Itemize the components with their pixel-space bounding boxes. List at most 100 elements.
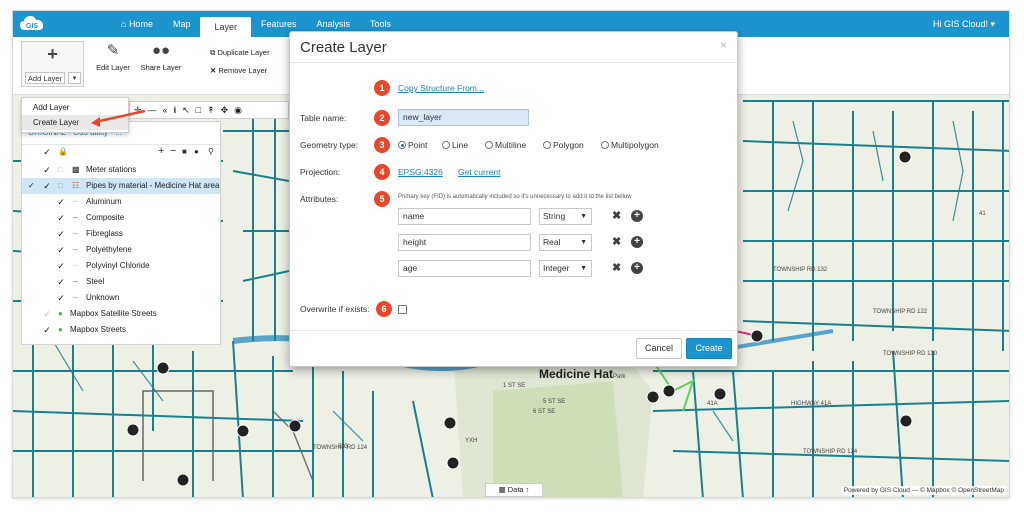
remove-attribute-icon[interactable]: ✖ <box>612 261 621 274</box>
info-icon[interactable]: i <box>174 105 177 115</box>
attribute-name-input[interactable]: age <box>398 260 531 277</box>
chevron-down-icon: ▾ <box>72 75 77 82</box>
road-label: TOWNSHIP RD 122 <box>873 309 928 315</box>
locate-icon[interactable]: ◉ <box>234 105 242 116</box>
lock-icon[interactable]: 🔒 <box>58 147 68 156</box>
layer-row-meter-stations[interactable]: ✓ □ ▩ Meter stations <box>22 162 220 178</box>
step-badge-5: 5 <box>374 191 390 207</box>
add-layer-caret-button[interactable]: ▾ <box>68 72 81 84</box>
attribute-type-select[interactable]: Integer ▼ <box>539 260 592 277</box>
plus-icon[interactable]: + <box>22 44 83 64</box>
grid-icon: ▦ <box>498 485 508 494</box>
airport-label: YXH <box>465 438 478 444</box>
map-attribution: Powered by GIS Cloud — © Mapbox © OpenSt… <box>840 486 1007 495</box>
checkbox-checked-icon[interactable]: ✓ <box>42 322 52 338</box>
step-badge-1: 1 <box>374 80 390 96</box>
checkbox-checked-icon[interactable]: ✓ <box>56 194 66 210</box>
table-name-label: Table name: <box>300 113 347 123</box>
edit-layer-button[interactable]: ✎ Edit Layer <box>93 43 133 73</box>
gis-cloud-logo[interactable]: GIS <box>19 14 45 34</box>
checkbox-checked-icon[interactable]: ✓ <box>56 226 66 242</box>
share-layer-button[interactable]: ●● Share Layer <box>139 42 183 73</box>
radio-line[interactable]: Line <box>442 140 468 150</box>
checkbox-unchecked-icon[interactable]: ✓ <box>42 306 52 322</box>
duplicate-layer-button[interactable]: ⧉ Duplicate Layer <box>210 48 270 58</box>
attribute-name-input[interactable]: height <box>398 234 531 251</box>
tab-home[interactable]: ⌂ Home <box>111 11 163 37</box>
pointer-icon[interactable]: ↖ <box>182 105 190 116</box>
add-attribute-icon[interactable]: + <box>631 210 643 222</box>
create-button[interactable]: Create <box>686 338 732 359</box>
legend-label: Fibreglass <box>86 229 123 238</box>
table-name-input[interactable]: new_layer <box>398 109 529 126</box>
data-panel-toggle[interactable]: ▦ Data ↑ <box>485 483 543 497</box>
attribute-type-select[interactable]: String ▼ <box>539 208 592 225</box>
lock-open-icon: □ <box>58 165 63 174</box>
lock-open-icon: □ <box>58 181 63 190</box>
radio-multipolygon[interactable]: Multipolygon <box>601 140 659 150</box>
step-badge-4: 4 <box>374 164 390 180</box>
get-current-link[interactable]: Get current <box>458 167 501 177</box>
user-menu[interactable]: Hi GIS Cloud! ▾ <box>933 11 995 37</box>
folder-icon[interactable]: ■ <box>182 147 187 156</box>
legend-row: ✓ ∼ Fibreglass <box>22 226 220 242</box>
legend-label: Steel <box>86 277 105 286</box>
checkbox-checked-icon[interactable]: ✓ <box>56 274 66 290</box>
chevron-down-icon: ▼ <box>580 265 587 272</box>
add-layer-button[interactable]: Add Layer <box>25 72 65 84</box>
remove-attribute-icon[interactable]: ✖ <box>612 235 621 248</box>
chevron-down-icon[interactable]: ✓ <box>28 178 35 194</box>
users-icon: ●● <box>151 42 171 59</box>
copy-structure-link[interactable]: Copy Structure From... <box>398 83 484 93</box>
remove-attribute-icon[interactable]: ✖ <box>612 209 621 222</box>
checkbox-checked-icon[interactable]: ✓ <box>56 258 66 274</box>
annotation-arrow <box>91 109 146 127</box>
road-label: TOWNSHIP RD 124 <box>803 449 858 455</box>
attribute-type-select[interactable]: Real ▼ <box>539 234 592 251</box>
radio-icon <box>543 141 551 149</box>
overwrite-checkbox[interactable] <box>398 305 407 314</box>
radio-polygon[interactable]: Polygon <box>543 140 584 150</box>
close-icon[interactable]: × <box>720 38 727 52</box>
layer-row-pipes[interactable]: ✓ ✓ □ ☷ Pipes by material - Medicine Hat… <box>22 178 220 194</box>
select-box-icon[interactable]: □ <box>196 105 201 115</box>
legend-row: ✓ ∼ Unknown <box>22 290 220 306</box>
legend-swatch: ∼ <box>72 245 79 254</box>
layer-row-satellite[interactable]: ✓ ● Mapbox Satellite Streets <box>22 306 220 322</box>
overwrite-label: Overwrite if exists: <box>300 304 370 314</box>
checkbox-checked-icon[interactable]: ✓ <box>42 162 52 178</box>
chevron-down-icon: ▼ <box>580 239 587 246</box>
add-attribute-icon[interactable]: + <box>631 236 643 248</box>
zoom-icon[interactable]: ⚲ <box>208 147 214 156</box>
add-icon[interactable]: + <box>158 145 164 157</box>
back-icon[interactable]: « <box>163 105 168 115</box>
checkbox-checked-icon[interactable]: ✓ <box>56 210 66 226</box>
layer-label: Pipes by material - Medicine Hat area <box>86 181 220 190</box>
layer-label: Meter stations <box>86 165 137 174</box>
checkbox-checked-icon[interactable]: ✓ <box>56 290 66 306</box>
layer-row-streets[interactable]: ✓ ● Mapbox Streets <box>22 322 220 338</box>
move-icon[interactable]: ✥ <box>221 105 229 116</box>
check-all-icon[interactable]: ✓ <box>42 147 52 158</box>
cancel-button[interactable]: Cancel <box>636 338 682 359</box>
attribute-name-input[interactable]: name <box>398 208 531 225</box>
road-label: 6 ST SE <box>533 409 556 415</box>
legend-row: ✓ ∼ Aluminum <box>22 194 220 210</box>
projection-link[interactable]: EPSG:4326 <box>398 167 443 177</box>
projection-label: Projection: <box>300 167 341 177</box>
checkbox-checked-icon[interactable]: ✓ <box>42 178 52 194</box>
radio-label: Polygon <box>553 140 584 150</box>
radio-point[interactable]: Point <box>398 140 427 150</box>
radio-label: Point <box>408 140 428 150</box>
zoom-out-icon[interactable]: — <box>148 105 157 115</box>
tab-layer[interactable]: Layer <box>200 17 251 37</box>
measure-icon[interactable]: ↟ <box>207 105 215 116</box>
legend-swatch: ∼ <box>72 229 79 238</box>
remove-layer-button[interactable]: ✕ Remove Layer <box>210 66 267 75</box>
user-icon[interactable]: ● <box>194 147 199 156</box>
minus-icon[interactable]: − <box>170 145 176 157</box>
tab-map[interactable]: Map <box>163 11 201 37</box>
add-attribute-icon[interactable]: + <box>631 262 643 274</box>
radio-multiline[interactable]: Multiline <box>485 140 526 150</box>
checkbox-checked-icon[interactable]: ✓ <box>56 242 66 258</box>
